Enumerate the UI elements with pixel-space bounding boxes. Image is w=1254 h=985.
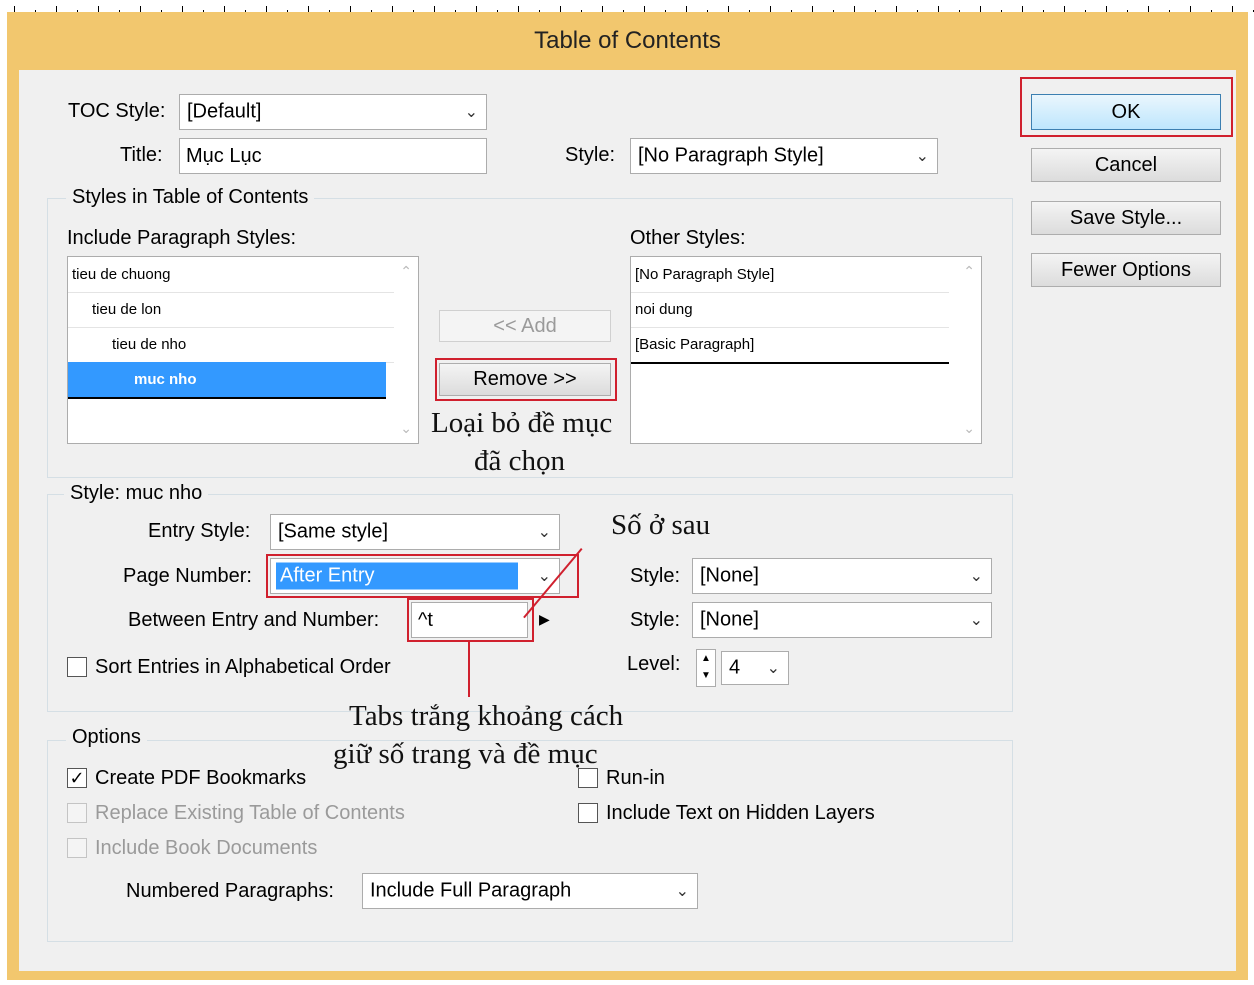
numbered-paragraphs-value: Include Full Paragraph (370, 879, 572, 902)
between-style-dropdown[interactable]: [None] ⌄ (692, 602, 992, 638)
include-book-checkbox[interactable] (67, 838, 87, 858)
replace-existing-checkbox[interactable] (67, 803, 87, 823)
title-input[interactable]: Mục Lục (179, 138, 487, 174)
include-styles-label-text: Include Paragraph Styles: (67, 227, 297, 249)
create-pdf-label: Create PDF Bookmarks (95, 767, 307, 789)
list-item[interactable]: tieu de chuong (68, 257, 394, 293)
triangle-right-icon[interactable]: ▶ (539, 611, 550, 628)
entry-style-label: Style: (565, 144, 616, 166)
numbered-paragraphs-label: Numbered Paragraphs: (126, 880, 334, 902)
scroll-down-icon[interactable]: ⌄ (963, 420, 975, 437)
ruler-strip (0, 0, 1254, 12)
create-pdf-checkbox[interactable]: ✓ (67, 768, 87, 788)
level-dropdown[interactable]: 4 ⌄ (721, 651, 789, 685)
dialog-window: Table of Contents TOC Style: [Default] ⌄… (7, 12, 1248, 980)
cancel-button[interactable]: Cancel (1031, 148, 1221, 182)
entry-style-field-label: Entry Style: (148, 520, 251, 542)
tab-annotation-line1: Tabs trắng khoảng cách (349, 700, 624, 732)
between-style-label: Style: (630, 609, 681, 631)
title-style-dropdown[interactable]: [No Paragraph Style] ⌄ (630, 138, 938, 174)
tab-annotation-line (468, 642, 470, 697)
chevron-down-icon: ⌄ (969, 612, 983, 629)
sort-label: Sort Entries in Alphabetical Order (95, 656, 391, 678)
list-item[interactable]: [No Paragraph Style] (631, 257, 949, 293)
list-item-selected[interactable]: muc nho (68, 362, 386, 399)
chevron-down-icon: ⌄ (537, 524, 551, 541)
remove-annotation-line2: đã chọn (474, 445, 565, 477)
page-number-style-label: Style: (630, 565, 681, 587)
title-style-value: [No Paragraph Style] (638, 144, 824, 167)
scroll-up-icon[interactable]: ⌃ (400, 263, 412, 280)
dialog-title: Table of Contents (534, 27, 721, 54)
chevron-down-icon: ⌄ (766, 660, 780, 677)
page-number-label: Page Number: (123, 565, 252, 587)
include-styles-list[interactable]: tieu de chuong tieu de lon tieu de nho m… (67, 256, 419, 444)
include-hidden-label: Include Text on Hidden Layers (606, 802, 875, 824)
ok-highlight-box (1020, 77, 1233, 137)
scroll-up-icon[interactable]: ⌃ (963, 263, 975, 280)
list-item[interactable]: tieu de nho (68, 327, 394, 363)
after-annotation: Số ở sau (611, 509, 711, 541)
page-number-highlight-box (266, 554, 579, 598)
sort-checkbox[interactable] (67, 657, 87, 677)
list-item[interactable]: tieu de lon (68, 292, 394, 328)
run-in-checkbox[interactable] (578, 768, 598, 788)
replace-existing-label: Replace Existing Table of Contents (95, 802, 405, 824)
other-styles-list[interactable]: [No Paragraph Style] noi dung [Basic Par… (630, 256, 982, 444)
add-button[interactable]: << Add (439, 310, 611, 342)
list-item[interactable]: noi dung (631, 292, 949, 328)
chevron-down-icon: ⌄ (969, 568, 983, 585)
numbered-paragraphs-dropdown[interactable]: Include Full Paragraph ⌄ (362, 873, 698, 909)
chevron-down-icon: ⌄ (675, 883, 689, 900)
include-hidden-checkbox[interactable] (578, 803, 598, 823)
remove-annotation-line1: Loại bỏ đề mục (431, 407, 613, 439)
chevron-down-icon: ⌄ (464, 104, 478, 121)
entry-style-dropdown[interactable]: [Same style] ⌄ (270, 514, 560, 550)
options-group-title: Options (66, 726, 147, 749)
entry-style-value: [Same style] (278, 520, 389, 543)
level-label: Level: (627, 653, 681, 675)
include-book-label: Include Book Documents (95, 837, 318, 859)
page-number-style-value: [None] (700, 564, 759, 587)
toc-style-value: [Default] (187, 100, 262, 123)
include-styles-label: Include Paragraph Styles: (67, 227, 296, 250)
toc-style-dropdown[interactable]: [Default] ⌄ (179, 94, 487, 130)
chevron-down-icon: ⌄ (915, 148, 929, 165)
scroll-down-icon[interactable]: ⌄ (400, 420, 412, 437)
page-number-style-dropdown[interactable]: [None] ⌄ (692, 558, 992, 594)
remove-highlight-box (435, 358, 617, 401)
run-in-label: Run-in (606, 767, 665, 789)
checkmark-icon: ✓ (69, 768, 85, 788)
entry-style-group-title: Style: muc nho (64, 482, 209, 505)
title-label: Title: (120, 144, 163, 166)
level-value: 4 (729, 656, 741, 679)
other-styles-label: Other Styles: (630, 227, 746, 249)
fewer-options-button[interactable]: Fewer Options (1031, 253, 1221, 287)
toc-style-label: TOC Style: (68, 100, 166, 122)
between-label: Between Entry and Number: (128, 609, 380, 631)
list-item[interactable]: [Basic Paragraph] (631, 327, 949, 364)
between-style-value: [None] (700, 608, 759, 631)
save-style-button[interactable]: Save Style... (1031, 201, 1221, 235)
between-highlight-box (407, 598, 534, 642)
styles-group-title: Styles in Table of Contents (66, 186, 315, 209)
dialog-client: TOC Style: [Default] ⌄ Title: Mục Lục St… (19, 70, 1236, 971)
spinner-icon[interactable]: ▲ ▼ (696, 649, 716, 687)
